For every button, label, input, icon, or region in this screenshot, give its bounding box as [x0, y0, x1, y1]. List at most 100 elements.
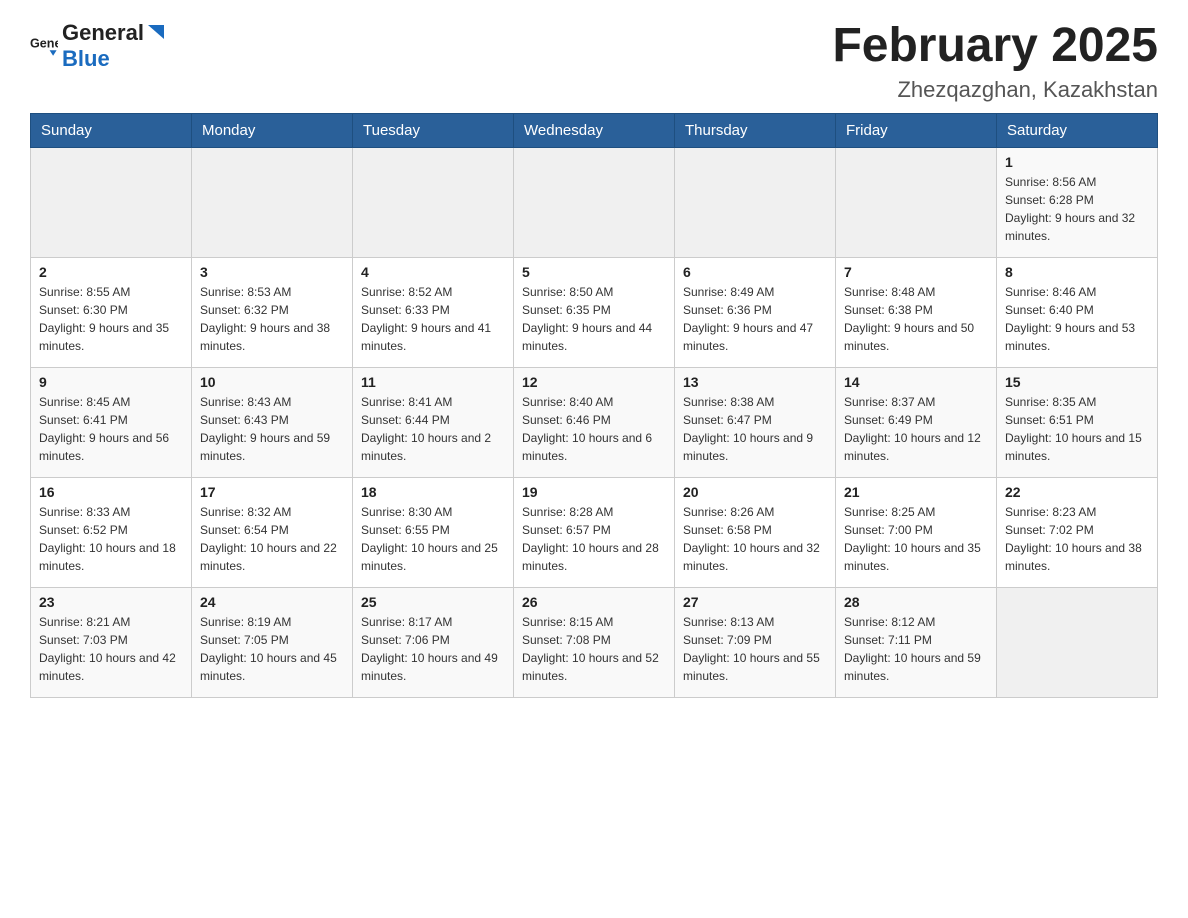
- weekday-header-friday: Friday: [836, 113, 997, 147]
- calendar-day-cell: 5Sunrise: 8:50 AMSunset: 6:35 PMDaylight…: [514, 257, 675, 367]
- calendar-day-cell: 12 Sunrise: 8:40 AMSunset: 6:46 PMDayligh…: [514, 367, 675, 477]
- calendar-day-cell: 23Sunrise: 8:21 AMSunset: 7:03 PMDayligh…: [31, 587, 192, 697]
- day-number: 28: [844, 594, 988, 610]
- calendar-day-cell: [997, 587, 1158, 697]
- calendar-day-cell: 27 Sunrise: 8:13 AMSunset: 7:09 PMDayligh…: [675, 587, 836, 697]
- calendar-day-cell: [31, 147, 192, 257]
- day-info: Sunrise: 8:37 AMSunset: 6:49 PMDaylight:…: [844, 393, 988, 465]
- day-info: Sunrise: 8:48 AMSunset: 6:38 PMDaylight:…: [844, 283, 988, 355]
- weekday-header-sunday: Sunday: [31, 113, 192, 147]
- day-number: 17: [200, 484, 344, 500]
- day-info: Sunrise: 8:13 AMSunset: 7:09 PMDaylight:…: [683, 613, 827, 685]
- day-number: 3: [200, 264, 344, 280]
- day-info: Sunrise: 8:33 AMSunset: 6:52 PMDaylight:…: [39, 503, 183, 575]
- calendar-day-cell: 2 Sunrise: 8:55 AMSunset: 6:30 PMDaylight…: [31, 257, 192, 367]
- calendar-table: SundayMondayTuesdayWednesdayThursdayFrid…: [30, 113, 1158, 698]
- calendar-day-cell: [675, 147, 836, 257]
- day-number: 7: [844, 264, 988, 280]
- calendar-day-cell: 16 Sunrise: 8:33 AMSunset: 6:52 PMDayligh…: [31, 477, 192, 587]
- day-number: 23: [39, 594, 183, 610]
- location-title: Zhezqazghan, Kazakhstan: [832, 77, 1158, 103]
- day-info: Sunrise: 8:26 AMSunset: 6:58 PMDaylight:…: [683, 503, 827, 575]
- calendar-day-cell: 7 Sunrise: 8:48 AMSunset: 6:38 PMDaylight…: [836, 257, 997, 367]
- day-number: 14: [844, 374, 988, 390]
- calendar-day-cell: 10 Sunrise: 8:43 AMSunset: 6:43 PMDayligh…: [192, 367, 353, 477]
- day-number: 18: [361, 484, 505, 500]
- calendar-day-cell: 25 Sunrise: 8:17 AMSunset: 7:06 PMDayligh…: [353, 587, 514, 697]
- day-info: Sunrise: 8:43 AMSunset: 6:43 PMDaylight:…: [200, 393, 344, 465]
- weekday-header-row: SundayMondayTuesdayWednesdayThursdayFrid…: [31, 113, 1158, 147]
- day-info: Sunrise: 8:17 AMSunset: 7:06 PMDaylight:…: [361, 613, 505, 685]
- day-info: Sunrise: 8:55 AMSunset: 6:30 PMDaylight:…: [39, 283, 183, 355]
- day-info: Sunrise: 8:12 AMSunset: 7:11 PMDaylight:…: [844, 613, 988, 685]
- day-number: 1: [1005, 154, 1149, 170]
- calendar-day-cell: 18 Sunrise: 8:30 AMSunset: 6:55 PMDayligh…: [353, 477, 514, 587]
- calendar-day-cell: 20 Sunrise: 8:26 AMSunset: 6:58 PMDayligh…: [675, 477, 836, 587]
- day-info: Sunrise: 8:52 AMSunset: 6:33 PMDaylight:…: [361, 283, 505, 355]
- calendar-week-row: 1 Sunrise: 8:56 AMSunset: 6:28 PMDaylight…: [31, 147, 1158, 257]
- day-info: Sunrise: 8:28 AMSunset: 6:57 PMDaylight:…: [522, 503, 666, 575]
- day-info: Sunrise: 8:56 AMSunset: 6:28 PMDaylight:…: [1005, 173, 1149, 245]
- day-info: Sunrise: 8:40 AMSunset: 6:46 PMDaylight:…: [522, 393, 666, 465]
- page-header: General General Blue February 2025 Zhezq…: [30, 20, 1158, 103]
- weekday-header-wednesday: Wednesday: [514, 113, 675, 147]
- day-number: 21: [844, 484, 988, 500]
- logo-triangle-icon: [146, 23, 166, 43]
- weekday-header-thursday: Thursday: [675, 113, 836, 147]
- day-number: 27: [683, 594, 827, 610]
- day-number: 10: [200, 374, 344, 390]
- calendar-week-row: 9 Sunrise: 8:45 AMSunset: 6:41 PMDaylight…: [31, 367, 1158, 477]
- calendar-day-cell: [836, 147, 997, 257]
- logo-icon: General: [30, 32, 58, 60]
- logo-general-text: General: [62, 20, 144, 46]
- calendar-day-cell: [514, 147, 675, 257]
- calendar-day-cell: 28 Sunrise: 8:12 AMSunset: 7:11 PMDayligh…: [836, 587, 997, 697]
- calendar-day-cell: 24Sunrise: 8:19 AMSunset: 7:05 PMDayligh…: [192, 587, 353, 697]
- calendar-day-cell: [353, 147, 514, 257]
- day-info: Sunrise: 8:19 AMSunset: 7:05 PMDaylight:…: [200, 613, 344, 685]
- calendar-day-cell: 6 Sunrise: 8:49 AMSunset: 6:36 PMDaylight…: [675, 257, 836, 367]
- logo-blue-text: Blue: [62, 46, 110, 71]
- calendar-day-cell: [192, 147, 353, 257]
- day-number: 9: [39, 374, 183, 390]
- calendar-week-row: 23Sunrise: 8:21 AMSunset: 7:03 PMDayligh…: [31, 587, 1158, 697]
- day-number: 26: [522, 594, 666, 610]
- weekday-header-monday: Monday: [192, 113, 353, 147]
- day-info: Sunrise: 8:35 AMSunset: 6:51 PMDaylight:…: [1005, 393, 1149, 465]
- day-number: 13: [683, 374, 827, 390]
- day-info: Sunrise: 8:50 AMSunset: 6:35 PMDaylight:…: [522, 283, 666, 355]
- calendar-day-cell: 9 Sunrise: 8:45 AMSunset: 6:41 PMDaylight…: [31, 367, 192, 477]
- day-number: 22: [1005, 484, 1149, 500]
- day-number: 6: [683, 264, 827, 280]
- day-number: 20: [683, 484, 827, 500]
- calendar-day-cell: 22 Sunrise: 8:23 AMSunset: 7:02 PMDayligh…: [997, 477, 1158, 587]
- day-info: Sunrise: 8:53 AMSunset: 6:32 PMDaylight:…: [200, 283, 344, 355]
- calendar-day-cell: 8 Sunrise: 8:46 AMSunset: 6:40 PMDaylight…: [997, 257, 1158, 367]
- weekday-header-tuesday: Tuesday: [353, 113, 514, 147]
- svg-text:General: General: [30, 36, 58, 50]
- day-number: 16: [39, 484, 183, 500]
- calendar-day-cell: 1 Sunrise: 8:56 AMSunset: 6:28 PMDaylight…: [997, 147, 1158, 257]
- calendar-week-row: 16 Sunrise: 8:33 AMSunset: 6:52 PMDayligh…: [31, 477, 1158, 587]
- weekday-header-saturday: Saturday: [997, 113, 1158, 147]
- day-info: Sunrise: 8:46 AMSunset: 6:40 PMDaylight:…: [1005, 283, 1149, 355]
- day-number: 15: [1005, 374, 1149, 390]
- day-info: Sunrise: 8:38 AMSunset: 6:47 PMDaylight:…: [683, 393, 827, 465]
- calendar-day-cell: 21Sunrise: 8:25 AMSunset: 7:00 PMDayligh…: [836, 477, 997, 587]
- calendar-day-cell: 19Sunrise: 8:28 AMSunset: 6:57 PMDayligh…: [514, 477, 675, 587]
- calendar-day-cell: 11Sunrise: 8:41 AMSunset: 6:44 PMDayligh…: [353, 367, 514, 477]
- calendar-day-cell: 17Sunrise: 8:32 AMSunset: 6:54 PMDayligh…: [192, 477, 353, 587]
- calendar-day-cell: 13 Sunrise: 8:38 AMSunset: 6:47 PMDayligh…: [675, 367, 836, 477]
- calendar-day-cell: 4Sunrise: 8:52 AMSunset: 6:33 PMDaylight…: [353, 257, 514, 367]
- logo: General General Blue: [30, 20, 166, 72]
- day-info: Sunrise: 8:41 AMSunset: 6:44 PMDaylight:…: [361, 393, 505, 465]
- day-info: Sunrise: 8:49 AMSunset: 6:36 PMDaylight:…: [683, 283, 827, 355]
- day-number: 25: [361, 594, 505, 610]
- calendar-day-cell: 26Sunrise: 8:15 AMSunset: 7:08 PMDayligh…: [514, 587, 675, 697]
- day-number: 8: [1005, 264, 1149, 280]
- day-number: 2: [39, 264, 183, 280]
- day-info: Sunrise: 8:23 AMSunset: 7:02 PMDaylight:…: [1005, 503, 1149, 575]
- day-info: Sunrise: 8:30 AMSunset: 6:55 PMDaylight:…: [361, 503, 505, 575]
- day-number: 12: [522, 374, 666, 390]
- day-info: Sunrise: 8:45 AMSunset: 6:41 PMDaylight:…: [39, 393, 183, 465]
